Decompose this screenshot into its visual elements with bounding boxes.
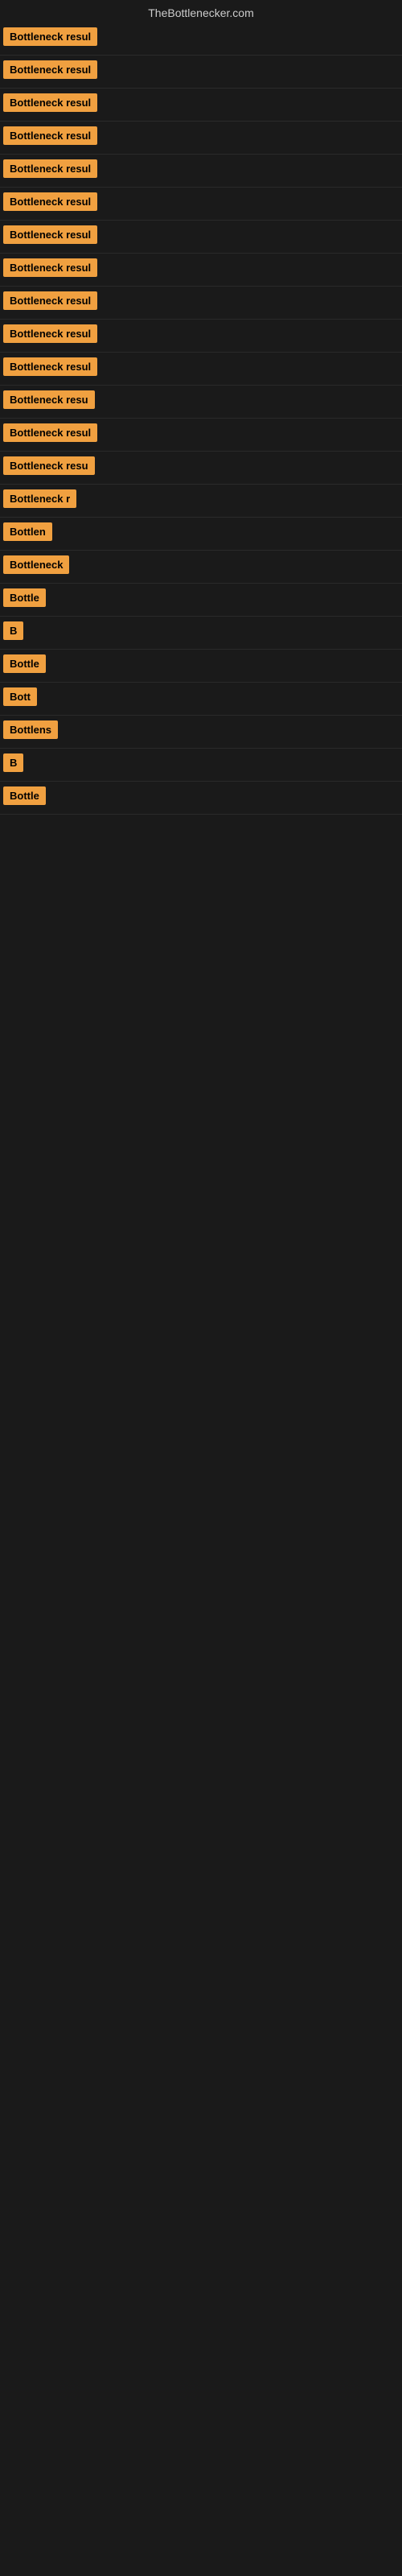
result-row-20: Bottle [0,650,402,683]
result-row-8: Bottleneck resul [0,254,402,287]
bottleneck-badge-12[interactable]: Bottleneck resu [3,390,95,409]
result-row-7: Bottleneck resul [0,221,402,254]
bottleneck-badge-10[interactable]: Bottleneck resul [3,324,97,343]
result-row-1: Bottleneck resul [0,23,402,56]
result-row-13: Bottleneck resul [0,419,402,452]
site-title: TheBottlenecker.com [0,0,402,23]
result-row-16: Bottlen [0,518,402,551]
bottleneck-badge-2[interactable]: Bottleneck resul [3,60,97,79]
bottleneck-badge-18[interactable]: Bottle [3,588,46,607]
bottleneck-badge-3[interactable]: Bottleneck resul [3,93,97,112]
result-row-2: Bottleneck resul [0,56,402,89]
result-row-4: Bottleneck resul [0,122,402,155]
result-row-14: Bottleneck resu [0,452,402,485]
bottleneck-badge-19[interactable]: B [3,621,23,640]
bottleneck-badge-6[interactable]: Bottleneck resul [3,192,97,211]
bottleneck-badge-24[interactable]: Bottle [3,786,46,805]
bottleneck-badge-20[interactable]: Bottle [3,654,46,673]
result-row-6: Bottleneck resul [0,188,402,221]
bottleneck-badge-15[interactable]: Bottleneck r [3,489,76,508]
bottleneck-badge-8[interactable]: Bottleneck resul [3,258,97,277]
bottleneck-badge-4[interactable]: Bottleneck resul [3,126,97,145]
result-row-22: Bottlens [0,716,402,749]
bottleneck-badge-11[interactable]: Bottleneck resul [3,357,97,376]
result-row-15: Bottleneck r [0,485,402,518]
results-container: Bottleneck resul Bottleneck resul Bottlene… [0,23,402,815]
bottleneck-badge-5[interactable]: Bottleneck resul [3,159,97,178]
bottleneck-badge-22[interactable]: Bottlens [3,720,58,739]
result-row-21: Bott [0,683,402,716]
result-row-3: Bottleneck resul [0,89,402,122]
result-row-17: Bottleneck [0,551,402,584]
result-row-24: Bottle [0,782,402,815]
bottleneck-badge-17[interactable]: Bottleneck [3,555,69,574]
bottleneck-badge-7[interactable]: Bottleneck resul [3,225,97,244]
bottleneck-badge-13[interactable]: Bottleneck resul [3,423,97,442]
bottleneck-badge-9[interactable]: Bottleneck resul [3,291,97,310]
result-row-9: Bottleneck resul [0,287,402,320]
result-row-11: Bottleneck resul [0,353,402,386]
bottleneck-badge-16[interactable]: Bottlen [3,522,52,541]
bottleneck-badge-23[interactable]: B [3,753,23,772]
site-header: TheBottlenecker.com [0,0,402,23]
result-row-5: Bottleneck resul [0,155,402,188]
result-row-19: B [0,617,402,650]
bottleneck-badge-14[interactable]: Bottleneck resu [3,456,95,475]
result-row-12: Bottleneck resu [0,386,402,419]
result-row-10: Bottleneck resul [0,320,402,353]
result-row-18: Bottle [0,584,402,617]
bottleneck-badge-1[interactable]: Bottleneck resul [3,27,97,46]
result-row-23: B [0,749,402,782]
bottleneck-badge-21[interactable]: Bott [3,687,37,706]
